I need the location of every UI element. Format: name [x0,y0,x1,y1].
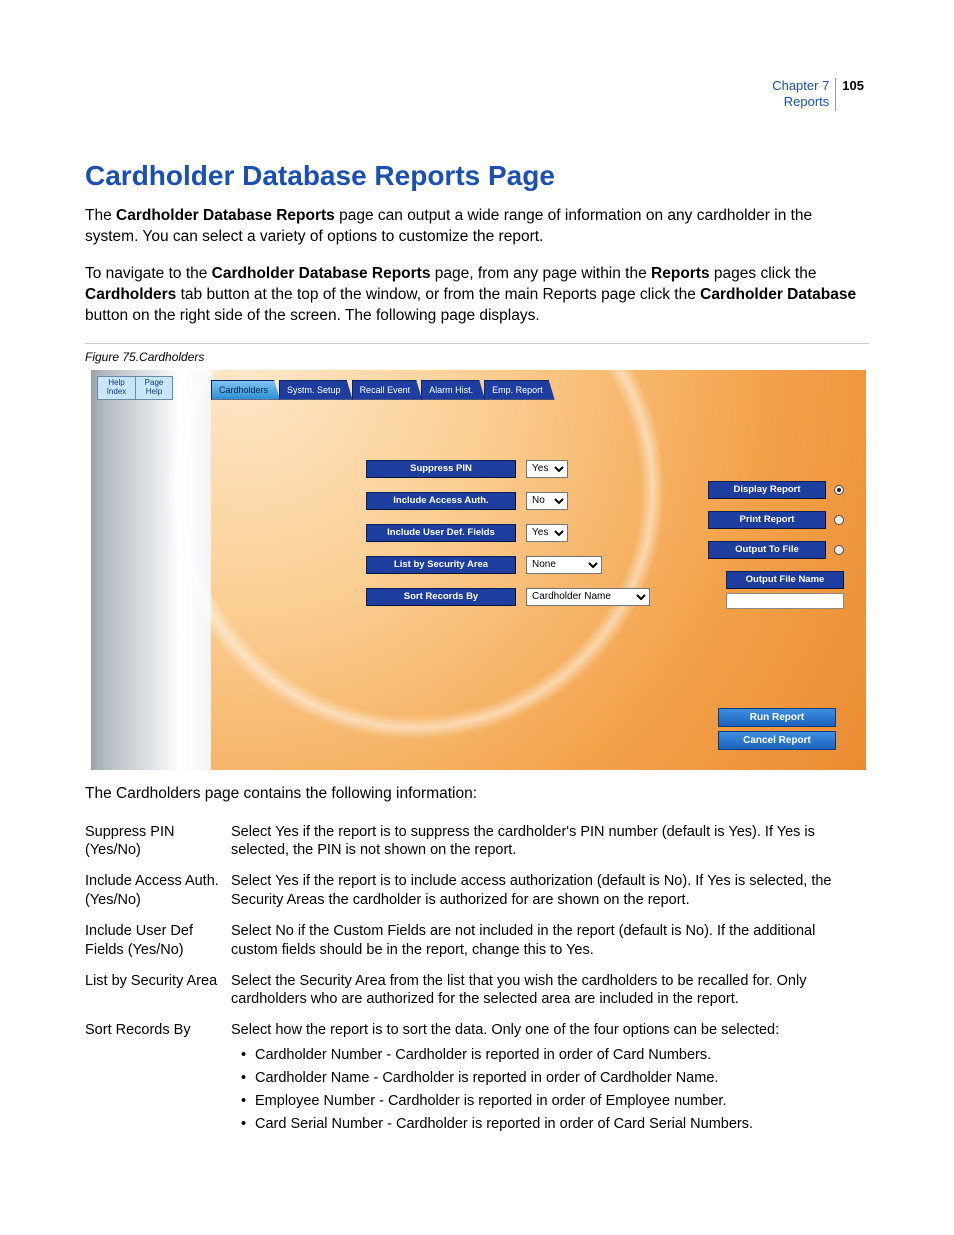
option-label: List by Security Area [366,556,516,574]
page-title: Cardholder Database Reports Page [85,160,869,192]
intro-paragraph-1: The Cardholder Database Reports page can… [85,206,869,248]
option-label: Suppress PIN [366,460,516,478]
divider [85,343,869,344]
option-label: Sort Records By [366,588,516,606]
definition-row: Include Access Auth. (Yes/No)Select Yes … [85,868,869,918]
option-row: Include User Def. Fields Yes [366,523,650,543]
output-file-row [726,593,844,609]
output-option-row: Print Report [708,511,844,529]
output-radio[interactable] [834,485,844,495]
definition-term: Include Access Auth. (Yes/No) [85,868,231,918]
option-select[interactable]: No [526,492,568,510]
output-file-name-button[interactable]: Output File Name [726,571,844,589]
sort-option-item: Employee Number - Cardholder is reported… [255,1092,863,1111]
header-section: Reports [772,94,829,110]
output-option-row: Display Report [708,481,844,499]
option-row: List by Security Area None [366,555,650,575]
definition-row: Sort Records BySelect how the report is … [85,1017,869,1145]
definition-row: Suppress PIN (Yes/No)Select Yes if the r… [85,819,869,869]
header-chapter: Chapter 7 [772,78,829,94]
display-report-button[interactable]: Display Report [708,481,826,499]
screenshot-action-buttons: Run Report Cancel Report [718,708,836,750]
sort-option-item: Cardholder Number - Cardholder is report… [255,1046,863,1065]
screenshot-figure: HelpIndex PageHelp CardholdersSystm. Set… [91,370,866,770]
option-row: Sort Records By Cardholder Name [366,587,650,607]
output-file-name-input[interactable] [726,593,844,609]
definition-desc: Select how the report is to sort the dat… [231,1017,869,1145]
screenshot-tabs: CardholdersSystm. SetupRecall EventAlarm… [211,380,554,400]
screenshot-options: Suppress PINYesInclude Access Auth.NoInc… [366,459,650,607]
figure-caption: Figure 75.Cardholders [85,350,869,364]
page-header: Chapter 7 Reports 105 [772,78,864,111]
option-select[interactable]: Yes [526,524,568,542]
print-report-button[interactable]: Print Report [708,511,826,529]
definition-term: Include User Def Fields (Yes/No) [85,918,231,968]
page-help-button[interactable]: PageHelp [135,376,173,400]
tab-recall-event[interactable]: Recall Event [352,380,423,400]
option-row: Suppress PIN Yes [366,459,650,479]
option-select[interactable]: Yes [526,460,568,478]
definitions-lead-in: The Cardholders page contains the follow… [85,784,869,805]
run-report-button[interactable]: Run Report [718,708,836,727]
output-radio[interactable] [834,515,844,525]
sort-options-list: Cardholder Number - Cardholder is report… [231,1046,863,1133]
definition-desc: Select Yes if the report is to suppress … [231,819,869,869]
output-radio[interactable] [834,545,844,555]
header-labels: Chapter 7 Reports [772,78,836,111]
definition-desc: Select No if the Custom Fields are not i… [231,918,869,968]
cancel-report-button[interactable]: Cancel Report [718,731,836,750]
option-select[interactable]: None [526,556,602,574]
definition-row: Include User Def Fields (Yes/No)Select N… [85,918,869,968]
tab-systm-setup[interactable]: Systm. Setup [279,380,353,400]
definitions-table: Suppress PIN (Yes/No)Select Yes if the r… [85,819,869,1146]
option-label: Include Access Auth. [366,492,516,510]
definition-desc: Select Yes if the report is to include a… [231,868,869,918]
option-row: Include Access Auth. No [366,491,650,511]
definition-term: List by Security Area [85,968,231,1018]
tab-emp-report[interactable]: Emp. Report [484,380,555,400]
definition-row: List by Security AreaSelect the Security… [85,968,869,1018]
option-select[interactable]: Cardholder Name [526,588,650,606]
screenshot-output-panel: Display Report Print Report Output To File… [708,481,844,609]
tab-alarm-hist[interactable]: Alarm Hist. [421,380,485,400]
option-label: Include User Def. Fields [366,524,516,542]
tab-cardholders[interactable]: Cardholders [211,380,280,400]
help-index-button[interactable]: HelpIndex [97,376,135,400]
document-page: Chapter 7 Reports 105 Cardholder Databas… [0,0,954,1235]
output-option-row: Output File Name [726,571,844,589]
output-to-file-button[interactable]: Output To File [708,541,826,559]
definition-term: Sort Records By [85,1017,231,1145]
definition-term: Suppress PIN (Yes/No) [85,819,231,869]
page-number: 105 [836,78,864,94]
intro-paragraph-2: To navigate to the Cardholder Database R… [85,264,869,327]
output-option-row: Output To File [708,541,844,559]
screenshot-side-panel: HelpIndex PageHelp [91,370,211,770]
help-button-group: HelpIndex PageHelp [97,376,173,400]
sort-option-item: Cardholder Name - Cardholder is reported… [255,1069,863,1088]
definition-desc: Select the Security Area from the list t… [231,968,869,1018]
sort-option-item: Card Serial Number - Cardholder is repor… [255,1115,863,1134]
